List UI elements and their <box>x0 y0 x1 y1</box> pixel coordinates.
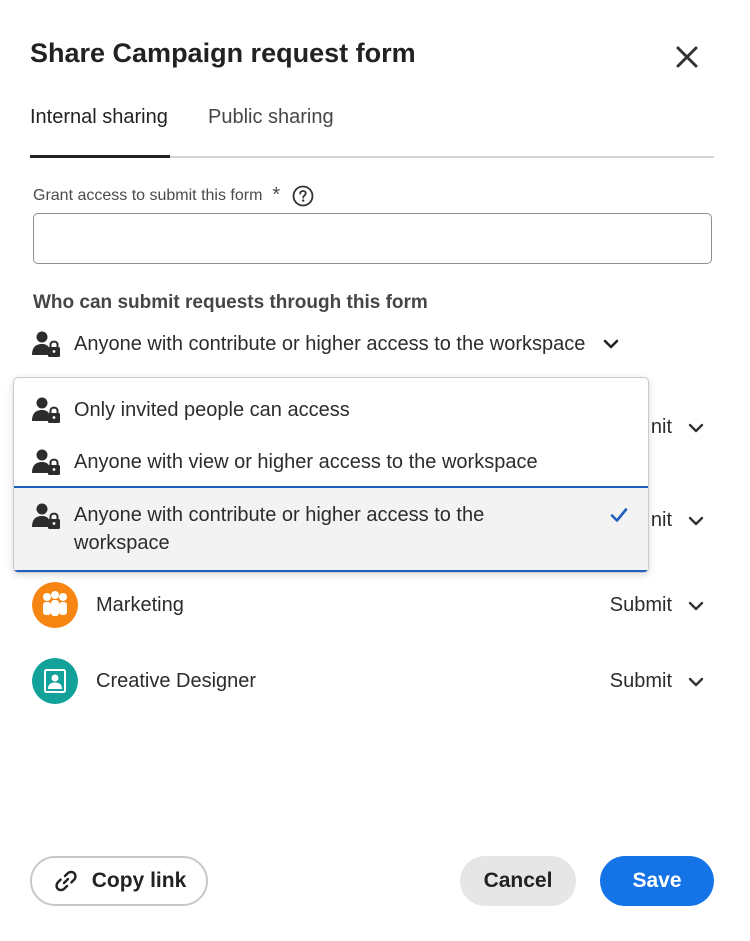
user-lock-icon <box>32 331 60 357</box>
group-icon <box>32 582 78 628</box>
menu-item-label: Anyone with view or higher access to the… <box>74 451 538 473</box>
grant-access-label-text: Grant access to submit this form <box>33 186 263 204</box>
who-can-submit-label: Who can submit requests through this for… <box>33 292 428 313</box>
menu-item-contribute-access[interactable]: Anyone with contribute or higher access … <box>14 486 648 572</box>
permission-picker[interactable]: nit <box>651 416 672 439</box>
user-lock-icon <box>32 503 60 529</box>
grant-access-input[interactable] <box>33 213 712 264</box>
list-item: Marketing Submit <box>32 582 712 630</box>
user-lock-icon <box>32 397 60 423</box>
required-mark: * <box>272 184 281 206</box>
active-tab-indicator <box>30 155 170 158</box>
permission-picker[interactable]: Submit <box>610 670 672 693</box>
cancel-button[interactable]: Cancel <box>460 856 576 906</box>
copy-link-button[interactable]: Copy link <box>30 856 208 906</box>
link-icon <box>55 870 77 892</box>
menu-item-invited-only[interactable]: Only invited people can access <box>14 378 648 434</box>
member-name: Creative Designer <box>96 670 257 692</box>
chevron-down-icon[interactable] <box>686 418 706 438</box>
checkmark-icon <box>610 508 628 522</box>
menu-item-label: Only invited people can access <box>74 399 350 421</box>
copy-link-label: Copy link <box>91 869 187 892</box>
permission-picker[interactable]: Submit <box>610 594 672 617</box>
help-icon[interactable] <box>292 185 314 207</box>
user-card-icon <box>32 658 78 704</box>
menu-item-view-access[interactable]: Anyone with view or higher access to the… <box>14 434 648 486</box>
tab-bar: Internal sharing Public sharing <box>30 106 714 158</box>
user-lock-icon <box>32 449 60 475</box>
tab-public-sharing[interactable]: Public sharing <box>208 106 334 129</box>
chevron-down-icon[interactable] <box>686 596 706 616</box>
save-button[interactable]: Save <box>600 856 714 906</box>
permission-picker[interactable]: nit <box>651 509 672 532</box>
access-level-value: Anyone with contribute or higher access … <box>74 332 586 355</box>
close-icon[interactable] <box>672 42 702 72</box>
access-level-picker[interactable]: Anyone with contribute or higher access … <box>30 328 621 360</box>
access-level-menu: Only invited people can access Anyone wi… <box>13 377 649 573</box>
tab-internal-sharing[interactable]: Internal sharing <box>30 106 168 129</box>
dialog-title: Share Campaign request form <box>30 38 416 68</box>
member-name: Marketing <box>96 594 184 616</box>
list-item: Creative Designer Submit <box>32 658 712 706</box>
menu-item-label: Anyone with contribute or higher access … <box>74 504 485 554</box>
chevron-down-icon[interactable] <box>686 672 706 692</box>
chevron-down-icon <box>604 339 619 349</box>
chevron-down-icon[interactable] <box>686 511 706 531</box>
grant-access-label: Grant access to submit this form * <box>33 184 314 207</box>
